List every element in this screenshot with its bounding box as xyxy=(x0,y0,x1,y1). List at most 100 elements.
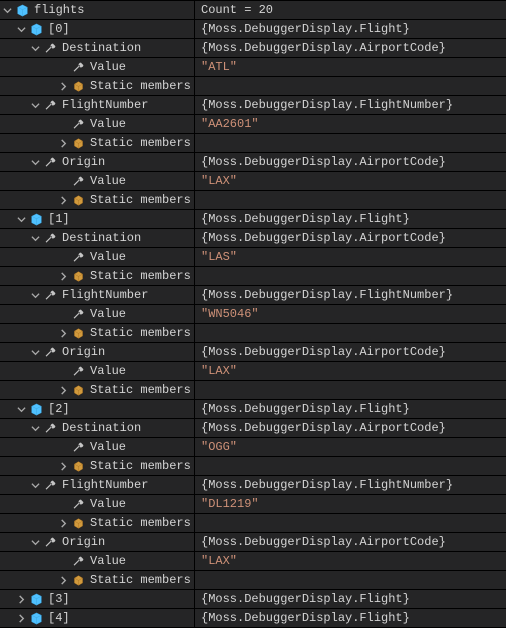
node-value-label: Value xyxy=(88,248,126,266)
tree-row[interactable]: Static members xyxy=(0,514,506,533)
chevron-down-icon[interactable] xyxy=(28,229,42,247)
node-static: Static members xyxy=(88,457,191,475)
tree-row[interactable]: Value"LAS" xyxy=(0,248,506,267)
node-value: {Moss.DebuggerDisplay.AirportCode} xyxy=(195,153,506,171)
expander-empty xyxy=(56,58,70,76)
node-static: Static members xyxy=(88,381,191,399)
chevron-down-icon[interactable] xyxy=(0,1,14,19)
tree-row[interactable]: [3]{Moss.DebuggerDisplay.Flight} xyxy=(0,590,506,609)
node-value xyxy=(195,514,506,532)
chevron-down-icon[interactable] xyxy=(28,39,42,57)
tree-row[interactable]: Value"ATL" xyxy=(0,58,506,77)
node-value-label: Value xyxy=(88,438,126,456)
property-icon xyxy=(42,153,58,171)
chevron-right-icon[interactable] xyxy=(56,324,70,342)
tree-row[interactable]: Value"OGG" xyxy=(0,438,506,457)
node-value xyxy=(195,457,506,475)
chevron-down-icon[interactable] xyxy=(28,286,42,304)
node-value: {Moss.DebuggerDisplay.AirportCode} xyxy=(195,533,506,551)
chevron-down-icon[interactable] xyxy=(28,343,42,361)
chevron-down-icon[interactable] xyxy=(28,476,42,494)
static-icon xyxy=(70,77,86,95)
chevron-right-icon[interactable] xyxy=(56,514,70,532)
tree-row[interactable]: Static members xyxy=(0,571,506,590)
node-origin: Origin xyxy=(60,533,105,551)
tree-row[interactable]: [1]{Moss.DebuggerDisplay.Flight} xyxy=(0,210,506,229)
chevron-right-icon[interactable] xyxy=(56,457,70,475)
property-icon xyxy=(70,58,86,76)
expander-empty xyxy=(56,362,70,380)
chevron-down-icon[interactable] xyxy=(14,20,28,38)
tree-row[interactable]: Static members xyxy=(0,267,506,286)
object-icon xyxy=(28,590,44,608)
tree-row[interactable]: FlightNumber{Moss.DebuggerDisplay.Flight… xyxy=(0,286,506,305)
tree-row[interactable]: [2]{Moss.DebuggerDisplay.Flight} xyxy=(0,400,506,419)
tree-row[interactable]: [4]{Moss.DebuggerDisplay.Flight} xyxy=(0,609,506,628)
property-icon xyxy=(42,39,58,57)
chevron-down-icon[interactable] xyxy=(28,533,42,551)
tree-row[interactable]: Value"LAX" xyxy=(0,362,506,381)
tree-row[interactable]: Value"LAX" xyxy=(0,172,506,191)
tree-row[interactable]: Origin{Moss.DebuggerDisplay.AirportCode} xyxy=(0,153,506,172)
tree-row[interactable]: Static members xyxy=(0,77,506,96)
tree-row[interactable]: Static members xyxy=(0,191,506,210)
object-icon xyxy=(14,1,30,19)
tree-row[interactable]: Static members xyxy=(0,457,506,476)
node-value-label: Value xyxy=(88,172,126,190)
chevron-right-icon[interactable] xyxy=(56,77,70,95)
node-value-label: Value xyxy=(88,305,126,323)
node-value: {Moss.DebuggerDisplay.AirportCode} xyxy=(195,229,506,247)
tree-row[interactable]: Value"WN5046" xyxy=(0,305,506,324)
chevron-right-icon[interactable] xyxy=(14,590,28,608)
static-icon xyxy=(70,514,86,532)
node-value: {Moss.DebuggerDisplay.Flight} xyxy=(195,210,506,228)
tree-row[interactable]: Value "LAX" xyxy=(0,552,506,571)
node-value: "LAX" xyxy=(195,362,506,380)
tree-row[interactable]: Origin{Moss.DebuggerDisplay.AirportCode} xyxy=(0,343,506,362)
chevron-right-icon[interactable] xyxy=(56,571,70,589)
tree-row[interactable]: flightsCount = 20 xyxy=(0,1,506,20)
tree-row[interactable]: FlightNumber{Moss.DebuggerDisplay.Flight… xyxy=(0,96,506,115)
node-value: {Moss.DebuggerDisplay.AirportCode} xyxy=(195,419,506,437)
chevron-down-icon[interactable] xyxy=(14,400,28,418)
chevron-right-icon[interactable] xyxy=(56,267,70,285)
expander-empty xyxy=(56,438,70,456)
node-value: "LAX" xyxy=(195,552,506,570)
expander-empty xyxy=(56,495,70,513)
chevron-down-icon[interactable] xyxy=(28,419,42,437)
tree-row[interactable]: Value "AA2601" xyxy=(0,115,506,134)
expander-empty xyxy=(56,552,70,570)
tree-row[interactable]: Static members xyxy=(0,134,506,153)
object-icon xyxy=(28,400,44,418)
node-value: {Moss.DebuggerDisplay.FlightNumber} xyxy=(195,476,506,494)
chevron-right-icon[interactable] xyxy=(56,191,70,209)
node-value: {Moss.DebuggerDisplay.Flight} xyxy=(195,400,506,418)
tree-row[interactable]: Origin {Moss.DebuggerDisplay.AirportCode} xyxy=(0,533,506,552)
tree-row[interactable]: Static members xyxy=(0,381,506,400)
chevron-down-icon[interactable] xyxy=(14,210,28,228)
node-value-label: Value xyxy=(88,552,126,570)
node-value-label: Value xyxy=(88,115,126,133)
node-value xyxy=(195,77,506,95)
chevron-right-icon[interactable] xyxy=(14,609,28,627)
node-value xyxy=(195,324,506,342)
chevron-down-icon[interactable] xyxy=(28,153,42,171)
tree-row[interactable]: Destination{Moss.DebuggerDisplay.Airport… xyxy=(0,419,506,438)
object-icon xyxy=(28,210,44,228)
tree-row[interactable]: Destination{Moss.DebuggerDisplay.Airport… xyxy=(0,39,506,58)
tree-row[interactable]: Static members xyxy=(0,324,506,343)
tree-row[interactable]: [0]{Moss.DebuggerDisplay.Flight} xyxy=(0,20,506,39)
node-value: Count = 20 xyxy=(195,1,506,19)
chevron-right-icon[interactable] xyxy=(56,381,70,399)
property-icon xyxy=(42,419,58,437)
tree-row[interactable]: Destination{Moss.DebuggerDisplay.Airport… xyxy=(0,229,506,248)
tree-row[interactable]: FlightNumber{Moss.DebuggerDisplay.Flight… xyxy=(0,476,506,495)
property-icon xyxy=(70,305,86,323)
node-value: {Moss.DebuggerDisplay.Flight} xyxy=(195,590,506,608)
node-value: {Moss.DebuggerDisplay.Flight} xyxy=(195,20,506,38)
chevron-right-icon[interactable] xyxy=(56,134,70,152)
node-value: "AA2601" xyxy=(195,115,506,133)
expander-empty xyxy=(56,248,70,266)
tree-row[interactable]: Value"DL1219" xyxy=(0,495,506,514)
chevron-down-icon[interactable] xyxy=(28,96,42,114)
